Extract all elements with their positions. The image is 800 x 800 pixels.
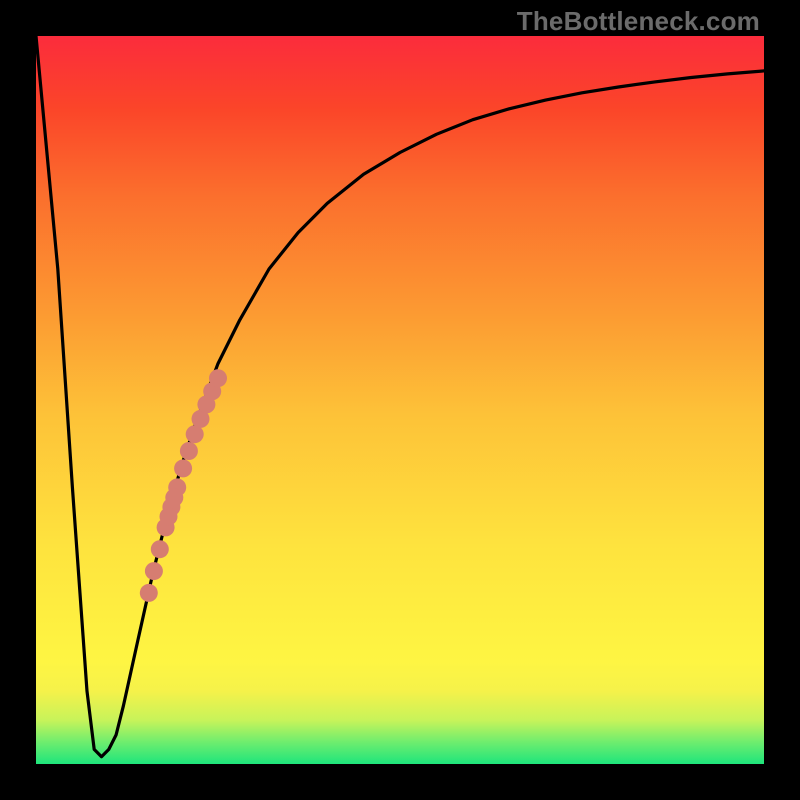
highlight-dot	[209, 369, 227, 387]
curve-svg	[36, 36, 764, 764]
highlight-dot	[180, 442, 198, 460]
highlight-dot	[151, 540, 169, 558]
chart-frame: TheBottleneck.com	[0, 0, 800, 800]
highlight-dot	[186, 425, 204, 443]
highlight-dot	[140, 584, 158, 602]
highlight-dots	[140, 369, 227, 602]
watermark-text: TheBottleneck.com	[517, 6, 760, 37]
highlight-dot	[160, 508, 178, 526]
plot-area	[36, 36, 764, 764]
highlight-dot	[145, 562, 163, 580]
highlight-dot	[165, 489, 183, 507]
bottleneck-curve	[36, 36, 764, 757]
highlight-dot	[174, 459, 192, 477]
